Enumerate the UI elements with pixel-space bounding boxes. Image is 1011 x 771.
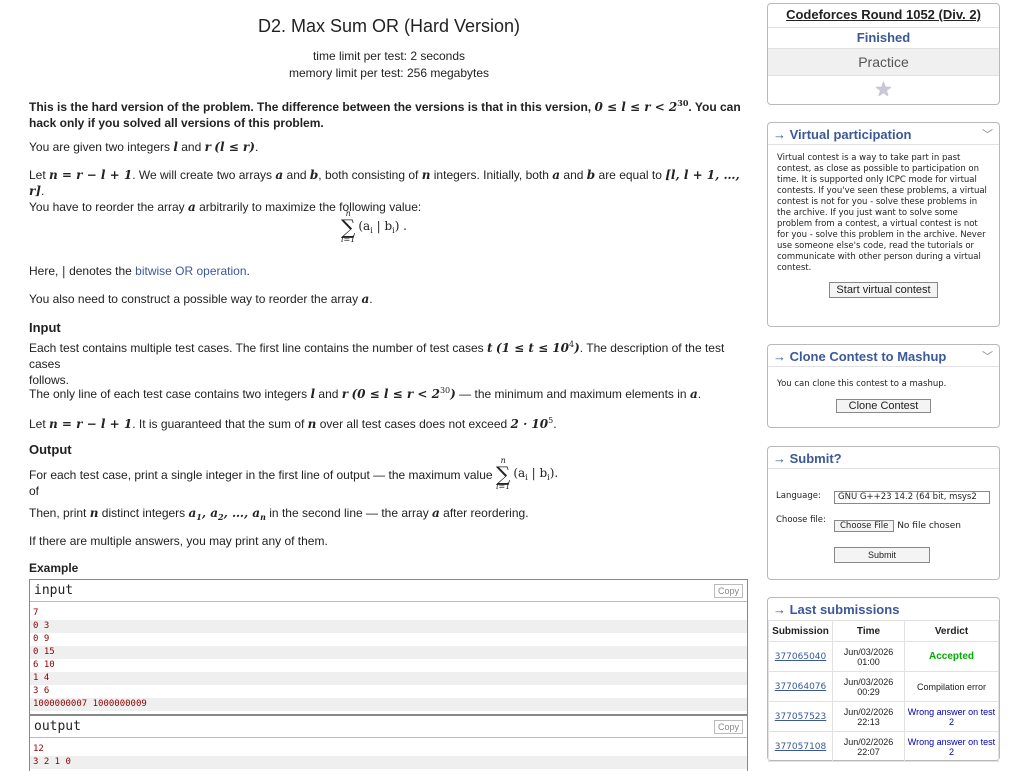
clone-title: → Clone Contest to Mashup xyxy=(773,349,947,364)
submission-time: Jun/02/2026 22:13 xyxy=(832,701,905,732)
clone-contest-box: → Clone Contest to Mashup ﹀ You can clon… xyxy=(767,344,1000,428)
output-label: output xyxy=(34,719,81,734)
example-line: 1 4 xyxy=(30,672,747,685)
virtual-title: → Virtual participation xyxy=(773,127,912,142)
chevron-down-icon[interactable]: ﹀ xyxy=(982,126,993,142)
favorite-star[interactable]: ★ xyxy=(768,75,999,104)
problem-statement: D2. Max Sum OR (Hard Version) time limit… xyxy=(29,0,749,771)
last-submissions-box: → Last submissions Submission Time Verdi… xyxy=(767,597,1000,762)
round-box: Codeforces Round 1052 (Div. 2) Finished … xyxy=(767,3,1000,105)
input-label: input xyxy=(34,583,74,598)
verdict: Compilation error xyxy=(904,671,999,702)
file-label: Choose file: xyxy=(776,515,826,525)
submission-link[interactable]: 377064076 xyxy=(775,682,827,692)
time-limit: time limit per test: 2 seconds xyxy=(312,49,466,63)
chevron-down-icon[interactable]: ﹀ xyxy=(982,348,993,364)
clone-contest-button[interactable]: Clone Contest xyxy=(835,399,932,413)
let-paragraph: Let n = r − l + 1. We will create two ar… xyxy=(29,168,740,214)
submissions-table: Submission Time Verdict 377065040 Jun/03… xyxy=(768,620,999,762)
table-row: 377064076 Jun/03/2026 00:29 Compilation … xyxy=(768,671,999,702)
example-line: 3 2 1 0 xyxy=(30,756,747,769)
star-icon[interactable]: ★ xyxy=(875,79,893,101)
memory-limit: memory limit per test: 256 megabytes xyxy=(288,66,490,80)
input-p2: The only line of each test case contains… xyxy=(29,386,702,401)
here-paragraph: Here, | denotes the bitwise OR operation… xyxy=(29,264,250,278)
start-virtual-contest-button[interactable]: Start virtual contest xyxy=(829,282,938,298)
output-sum-formula: n ∑ i=1 (ai | bi). xyxy=(496,456,559,491)
example-line: 0 9 xyxy=(33,634,50,644)
language-label: Language: xyxy=(776,491,821,501)
problem-title: D2. Max Sum OR (Hard Version) xyxy=(257,16,521,36)
sigma-symbol: ∑ xyxy=(341,215,356,239)
input-p1: Each test contains multiple test cases. … xyxy=(29,340,725,387)
table-row: 377057108 Jun/02/2026 22:07 Wrong answer… xyxy=(768,731,999,762)
given-paragraph: You are given two integers l and r (l ≤ … xyxy=(29,140,259,154)
submission-link[interactable]: 377057108 xyxy=(775,742,827,752)
col-verdict: Verdict xyxy=(904,620,999,642)
example-input-box: input Copy 7 0 30 9 0 15 6 10 1 43 6 10000000… xyxy=(29,579,748,715)
table-row: 377057523 Jun/02/2026 22:13 Wrong answer… xyxy=(768,701,999,732)
clone-text: You can clone this contest to a mashup. xyxy=(777,379,947,389)
round-status: Finished xyxy=(768,27,999,48)
example-line: 12 xyxy=(33,744,44,754)
example-input-lines: 7 0 30 9 0 15 6 10 1 43 6 1000000007 10000000… xyxy=(30,602,747,711)
intro-paragraph: This is the hard version of the problem.… xyxy=(29,98,741,130)
file-status: No file chosen xyxy=(897,521,961,531)
col-submission: Submission xyxy=(768,620,833,642)
table-row: 377065040 Jun/03/2026 01:00 Accepted xyxy=(768,641,999,672)
virtual-text: Virtual contest is a way to take part in… xyxy=(777,153,987,273)
example-line: 6 10 xyxy=(33,660,55,670)
submission-link[interactable]: 377065040 xyxy=(775,652,827,662)
language-select[interactable]: GNU G++23 14.2 (64 bit, msys2 xyxy=(834,491,990,504)
col-time: Time xyxy=(832,620,905,642)
input-p3: Let n = r − l + 1. It is guaranteed that… xyxy=(29,416,557,431)
submit-box: → Submit? Language: GNU G++23 14.2 (64 b… xyxy=(767,446,1000,580)
last-submissions-title: → Last submissions xyxy=(773,602,900,617)
submission-time: Jun/03/2026 01:00 xyxy=(832,641,905,672)
output-p3: If there are multiple answers, you may p… xyxy=(29,534,328,548)
output-heading: Output xyxy=(29,442,72,457)
file-input[interactable]: Choose File No file chosen xyxy=(834,520,961,532)
example-line: 1000000007 1000000009 xyxy=(30,698,747,711)
verdict: Wrong answer on test 2 xyxy=(907,706,996,727)
verdict: Wrong answer on test 2 xyxy=(907,736,996,757)
input-heading: Input xyxy=(29,320,61,335)
submit-button[interactable]: Submit xyxy=(834,547,930,563)
sigma-symbol: ∑ xyxy=(496,462,511,486)
submission-time: Jun/02/2026 22:07 xyxy=(832,731,905,762)
copy-input-button[interactable]: Copy xyxy=(713,584,743,598)
copy-output-button[interactable]: Copy xyxy=(713,720,743,734)
bitwise-or-link[interactable]: bitwise OR operation xyxy=(135,264,246,278)
example-line: 3 6 xyxy=(33,686,50,696)
example-line: 0 3 xyxy=(30,620,747,633)
output-p1: For each test case, print a single integ… xyxy=(29,468,493,498)
submission-link[interactable]: 377057523 xyxy=(775,712,827,722)
example-line: 0 15 xyxy=(30,646,747,659)
submit-title: → Submit? xyxy=(773,451,842,466)
round-name-link[interactable]: Codeforces Round 1052 (Div. 2) xyxy=(768,7,999,22)
example-output-lines: 12 3 2 1 0 xyxy=(30,738,747,769)
verdict: Accepted xyxy=(928,651,974,662)
example-output-box: output Copy 12 3 2 1 0 xyxy=(29,715,748,771)
submission-time: Jun/03/2026 00:29 xyxy=(832,671,905,702)
sum-formula: n ∑ i=1 (ai | bi) . xyxy=(341,209,407,244)
example-heading: Example xyxy=(29,561,79,575)
round-mode: Practice xyxy=(768,48,999,75)
example-line: 7 xyxy=(33,608,39,618)
also-paragraph: You also need to construct a possible wa… xyxy=(29,292,373,306)
choose-file-button[interactable]: Choose File xyxy=(834,520,895,532)
output-p2: Then, print n distinct integers a1, a2, … xyxy=(29,506,529,522)
virtual-participation-box: → Virtual participation ﹀ Virtual contes… xyxy=(767,122,1000,327)
